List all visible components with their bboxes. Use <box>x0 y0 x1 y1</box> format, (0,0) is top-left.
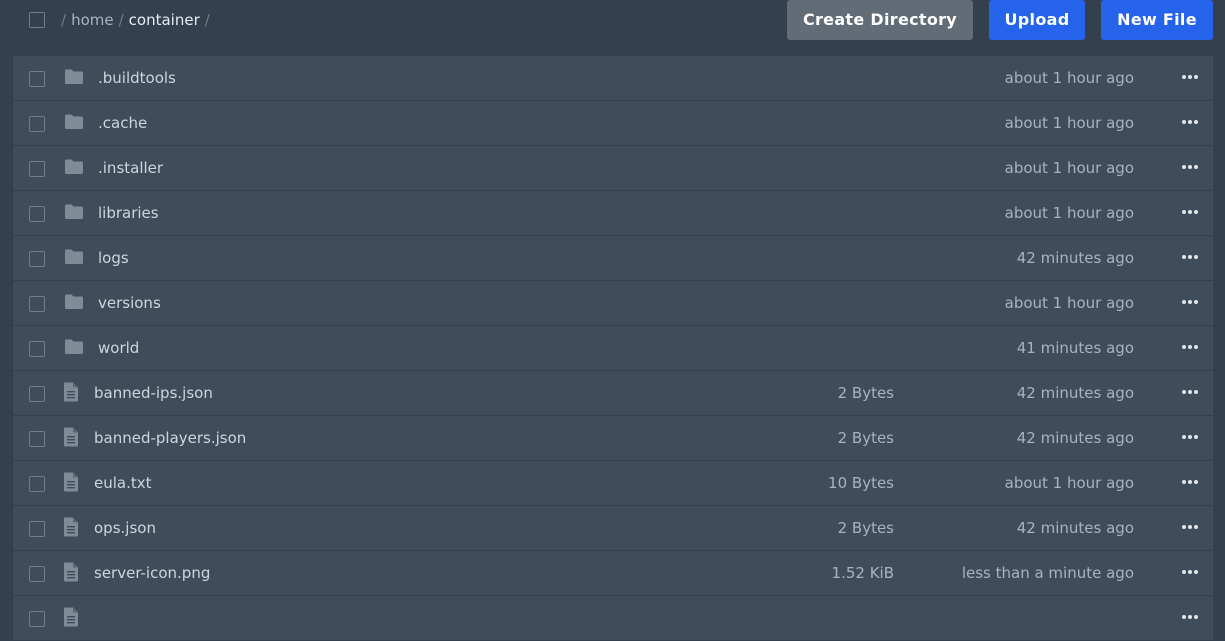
file-modified: about 1 hour ago <box>1004 294 1134 312</box>
file-size: 10 Bytes <box>828 474 894 492</box>
folder-icon <box>64 248 84 268</box>
breadcrumb-current[interactable]: container <box>129 11 200 29</box>
folder-icon <box>64 113 84 133</box>
row-checkbox[interactable] <box>29 251 45 267</box>
file-modified: less than a minute ago <box>961 564 1134 582</box>
file-list: .buildtools about 1 hour ago .cache abou… <box>13 56 1213 641</box>
file-row[interactable]: server-icon.png 1.52 KiB less than a min… <box>13 551 1213 596</box>
more-options-icon[interactable] <box>1182 255 1198 261</box>
row-checkbox[interactable] <box>29 566 45 582</box>
file-modified: about 1 hour ago <box>1004 474 1134 492</box>
folder-icon <box>64 203 84 223</box>
file-modified: 42 minutes ago <box>1016 249 1134 267</box>
breadcrumb-home[interactable]: home <box>71 11 114 29</box>
file-row[interactable]: .cache about 1 hour ago <box>13 101 1213 146</box>
file-row[interactable]: libraries about 1 hour ago <box>13 191 1213 236</box>
file-name[interactable]: versions <box>98 281 161 325</box>
row-checkbox[interactable] <box>29 431 45 447</box>
file-row[interactable]: eula.txt 10 Bytes about 1 hour ago <box>13 461 1213 506</box>
file-modified: 42 minutes ago <box>1016 384 1134 402</box>
file-row[interactable]: logs 42 minutes ago <box>13 236 1213 281</box>
file-modified: 41 minutes ago <box>1016 339 1134 357</box>
file-modified: about 1 hour ago <box>1004 69 1134 87</box>
file-name[interactable]: libraries <box>98 191 159 235</box>
file-icon <box>63 607 83 627</box>
file-row[interactable]: .installer about 1 hour ago <box>13 146 1213 191</box>
breadcrumb-separator: / <box>61 11 67 29</box>
new-file-button[interactable]: New File <box>1101 0 1213 40</box>
row-checkbox[interactable] <box>29 116 45 132</box>
more-options-icon[interactable] <box>1182 525 1198 531</box>
row-checkbox[interactable] <box>29 476 45 492</box>
row-checkbox[interactable] <box>29 296 45 312</box>
folder-icon <box>64 293 84 313</box>
row-checkbox[interactable] <box>29 611 45 627</box>
file-name[interactable]: eula.txt <box>94 461 152 505</box>
row-checkbox[interactable] <box>29 521 45 537</box>
more-options-icon[interactable] <box>1182 120 1198 126</box>
file-name[interactable]: logs <box>98 236 129 280</box>
file-manager-toolbar: / home / container / Create Directory Upload… <box>0 0 1225 56</box>
row-checkbox[interactable] <box>29 206 45 222</box>
more-options-icon[interactable] <box>1182 570 1198 576</box>
row-checkbox[interactable] <box>29 161 45 177</box>
file-name[interactable]: server-icon.png <box>94 551 210 595</box>
file-icon <box>63 427 83 447</box>
more-options-icon[interactable] <box>1182 300 1198 306</box>
file-name[interactable]: world <box>98 326 139 370</box>
file-modified: about 1 hour ago <box>1004 114 1134 132</box>
file-row[interactable]: ops.json 2 Bytes 42 minutes ago <box>13 506 1213 551</box>
file-modified: 42 minutes ago <box>1016 519 1134 537</box>
breadcrumb: / home / container / <box>61 10 215 30</box>
file-row[interactable]: world 41 minutes ago <box>13 326 1213 371</box>
more-options-icon[interactable] <box>1182 390 1198 396</box>
file-row[interactable]: banned-players.json 2 Bytes 42 minutes a… <box>13 416 1213 461</box>
select-all-checkbox[interactable] <box>29 12 45 28</box>
row-checkbox[interactable] <box>29 71 45 87</box>
upload-button[interactable]: Upload <box>989 0 1085 40</box>
file-icon <box>63 562 83 582</box>
file-name[interactable]: banned-players.json <box>94 416 246 460</box>
file-modified: about 1 hour ago <box>1004 204 1134 222</box>
row-checkbox[interactable] <box>29 386 45 402</box>
file-row[interactable]: banned-ips.json 2 Bytes 42 minutes ago <box>13 371 1213 416</box>
folder-icon <box>64 338 84 358</box>
more-options-icon[interactable] <box>1182 75 1198 81</box>
file-name[interactable]: .installer <box>98 146 163 190</box>
file-name[interactable]: .cache <box>98 101 147 145</box>
more-options-icon[interactable] <box>1182 435 1198 441</box>
more-options-icon[interactable] <box>1182 210 1198 216</box>
file-size: 2 Bytes <box>837 384 894 402</box>
row-checkbox[interactable] <box>29 341 45 357</box>
file-icon <box>63 382 83 402</box>
folder-icon <box>64 158 84 178</box>
file-size: 1.52 KiB <box>831 564 894 582</box>
file-name[interactable]: .buildtools <box>98 56 176 100</box>
file-icon <box>63 472 83 492</box>
file-size: 2 Bytes <box>837 429 894 447</box>
more-options-icon[interactable] <box>1182 480 1198 486</box>
file-name[interactable]: ops.json <box>94 506 156 550</box>
file-modified: 42 minutes ago <box>1016 429 1134 447</box>
file-icon <box>63 517 83 537</box>
folder-icon <box>64 68 84 88</box>
file-row[interactable] <box>13 596 1213 641</box>
file-name[interactable]: banned-ips.json <box>94 371 213 415</box>
breadcrumb-separator: / <box>204 11 210 29</box>
more-options-icon[interactable] <box>1182 165 1198 171</box>
breadcrumb-separator: / <box>118 11 124 29</box>
file-modified: about 1 hour ago <box>1004 159 1134 177</box>
file-row[interactable]: .buildtools about 1 hour ago <box>13 56 1213 101</box>
more-options-icon[interactable] <box>1182 615 1198 621</box>
file-size: 2 Bytes <box>837 519 894 537</box>
more-options-icon[interactable] <box>1182 345 1198 351</box>
file-row[interactable]: versions about 1 hour ago <box>13 281 1213 326</box>
create-directory-button[interactable]: Create Directory <box>787 0 973 40</box>
